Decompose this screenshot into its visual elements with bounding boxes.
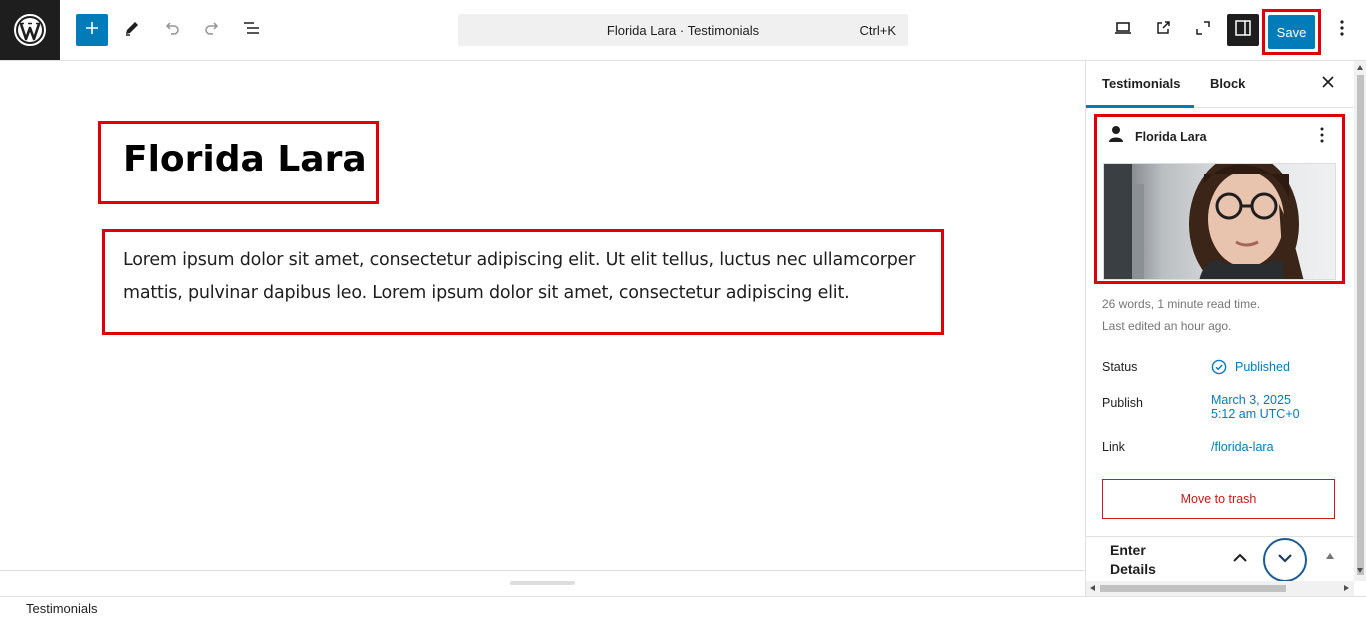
redo-button[interactable] [196,14,228,46]
scroll-right-arrow[interactable] [1344,585,1349,591]
tab-block[interactable]: Block [1210,76,1245,91]
settings-sidebar: Testimonials Block Florida Lara 26 words… [1085,61,1366,596]
word-count: 26 words, 1 minute read time. [1102,297,1261,311]
editor-footer: Testimonials [0,596,1366,620]
breadcrumb[interactable]: Testimonials [26,601,98,616]
publish-time[interactable]: 5:12 am UTC+0 [1211,407,1300,421]
published-check-icon [1211,359,1227,380]
horizontal-scroll-thumb[interactable] [1100,585,1286,592]
post-title-block[interactable]: Florida Lara [98,121,379,204]
paragraph-block[interactable]: Lorem ipsum dolor sit amet, consectetur … [102,229,944,335]
move-to-trash-button[interactable]: Move to trash [1102,479,1335,519]
view-device-button[interactable] [1107,14,1139,46]
canvas-resize-area [0,570,1085,596]
post-title[interactable]: Florida Lara [123,139,367,180]
options-button[interactable] [1326,14,1358,46]
undo-button[interactable] [156,14,188,46]
chevron-up-icon[interactable] [1232,551,1248,569]
settings-sidebar-toggle[interactable] [1227,14,1259,46]
save-button[interactable]: Save [1268,15,1315,49]
pencil-icon [122,18,142,43]
horizontal-scrollbar[interactable] [1086,581,1354,596]
post-card-title: Florida Lara [1135,130,1207,144]
publish-label: Publish [1102,396,1143,410]
editor-header: Florida Lara · Testimonials Ctrl+K Save [0,0,1366,61]
link-label: Link [1102,440,1125,454]
status-label: Status [1102,360,1138,374]
publish-date[interactable]: March 3, 2025 [1211,393,1291,407]
undo-icon [162,18,182,43]
scroll-down-arrow[interactable] [1357,568,1363,573]
save-highlight: Save [1262,9,1321,55]
vertical-scroll-thumb[interactable] [1357,75,1364,575]
post-actions-button[interactable] [1319,126,1325,149]
wordpress-logo-icon[interactable] [0,0,60,60]
last-edited: Last edited an hour ago. [1102,319,1232,333]
caret-up-icon[interactable] [1326,553,1334,559]
tab-testimonials[interactable]: Testimonials [1102,76,1181,91]
vertical-ellipsis-icon [1339,19,1345,42]
close-sidebar-button[interactable] [1318,74,1338,94]
laptop-icon [1113,18,1133,43]
resize-handle[interactable] [510,581,575,585]
details-panel-title: Enter Details [1110,542,1156,577]
fullscreen-icon [1193,18,1213,43]
vertical-ellipsis-icon [1320,127,1324,143]
shortcut-hint: Ctrl+K [859,23,896,38]
chevron-down-icon [1277,551,1293,569]
sidebar-tabs: Testimonials Block [1086,61,1354,108]
command-palette-bar[interactable]: Florida Lara · Testimonials Ctrl+K [458,14,908,46]
permalink[interactable]: /florida-lara [1211,440,1274,454]
tools-button[interactable] [116,14,148,46]
document-overview-button[interactable] [236,14,268,46]
paragraph-text[interactable]: Lorem ipsum dolor sit amet, consectetur … [123,244,938,310]
scroll-up-arrow[interactable] [1357,65,1363,70]
list-view-icon [242,18,262,43]
sidebar-toggle-icon [1233,18,1253,43]
status-value[interactable]: Published [1235,360,1290,374]
document-title: Florida Lara · Testimonials [606,23,760,38]
editor-canvas: Florida Lara Lorem ipsum dolor sit amet,… [0,61,1085,570]
vertical-scrollbar[interactable] [1354,61,1366,581]
scroll-down-button[interactable] [1263,538,1307,582]
user-icon [1108,125,1124,148]
featured-image[interactable] [1103,163,1336,280]
redo-icon [202,18,222,43]
post-summary-card: Florida Lara [1094,114,1345,284]
scroll-left-arrow[interactable] [1090,585,1095,591]
active-tab-indicator [1086,105,1194,108]
plus-icon [84,20,100,41]
external-link-icon [1153,18,1173,43]
close-icon [1322,75,1334,93]
fullscreen-button[interactable] [1187,14,1219,46]
add-block-button[interactable] [76,14,108,46]
view-post-button[interactable] [1147,14,1179,46]
